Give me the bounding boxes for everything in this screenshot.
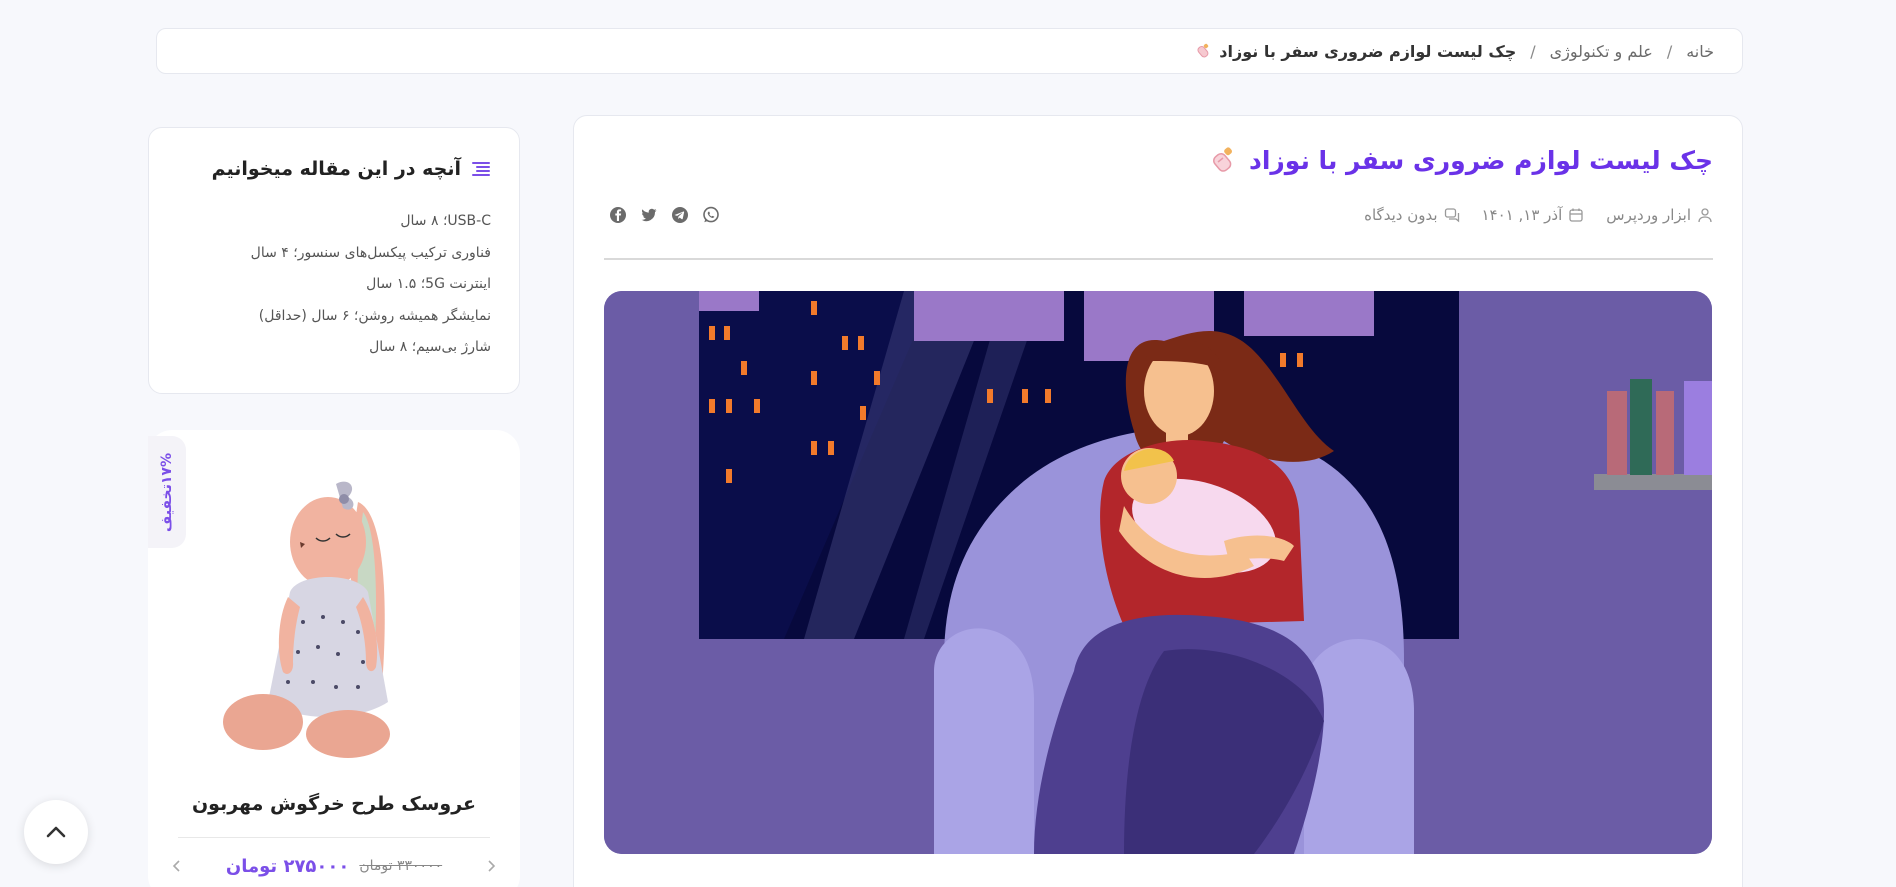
product-card[interactable]: ۱۷%تخفیف عروسک طرح خرگوش مهربون ۳۳۰۰۰۰ ت…: [148, 430, 520, 887]
post-meta: ابزار وردپرس آذر ۱۳, ۱۴۰۱ بدون دیدگاه: [1364, 204, 1713, 226]
back-to-top-button[interactable]: [24, 800, 88, 864]
facebook-icon[interactable]: [609, 206, 627, 224]
breadcrumb-separator: /: [1530, 41, 1536, 61]
breadcrumb-current-label: چک لیست لوازم ضروری سفر با نوزاد: [1219, 41, 1517, 61]
post-author[interactable]: ابزار وردپرس: [1606, 206, 1713, 224]
discount-label: ۱۷%تخفیف: [159, 452, 175, 532]
share-links: [609, 204, 720, 226]
toc-header: آنچه در این مقاله میخوانیم: [177, 158, 491, 180]
product-divider: [178, 837, 490, 838]
rabbit-doll-image: [223, 481, 390, 758]
toc-title: آنچه در این مقاله میخوانیم: [211, 158, 461, 180]
comments-icon: [1444, 208, 1459, 223]
discount-badge: ۱۷%تخفیف: [148, 436, 186, 548]
user-icon: [1698, 208, 1712, 223]
toc-item[interactable]: فناوری ترکیب پیکسل‌های سنسور؛ ۴ سال: [177, 238, 491, 270]
toc-list: USB-C؛ ۸ سال فناوری ترکیب پیکسل‌های سنسو…: [177, 206, 491, 364]
post-author-label: ابزار وردپرس: [1606, 206, 1691, 224]
post-date: آذر ۱۳, ۱۴۰۱: [1482, 206, 1585, 224]
featured-image: [604, 291, 1712, 854]
telegram-icon[interactable]: [671, 206, 689, 224]
list-icon: [472, 162, 490, 176]
post-title-text: چک لیست لوازم ضروری سفر با نوزاد: [1249, 146, 1713, 175]
article-card: چک لیست لوازم ضروری سفر با نوزاد ابزار و…: [573, 115, 1743, 887]
chevron-up-icon: [46, 826, 66, 838]
mother-holding-baby-illustration: [604, 291, 1712, 854]
product-name[interactable]: عروسک طرح خرگوش مهربون: [148, 793, 520, 815]
title-divider: [604, 258, 1713, 260]
product-price: ۳۳۰۰۰۰ تومان ۲۷۵۰۰۰ تومان: [148, 853, 520, 879]
price-old: ۳۳۰۰۰۰ تومان: [359, 858, 443, 874]
baby-bottle-icon: [1213, 146, 1232, 172]
breadcrumb-home[interactable]: خانه: [1686, 42, 1714, 61]
post-date-label: آذر ۱۳, ۱۴۰۱: [1481, 206, 1563, 224]
breadcrumb-separator: /: [1666, 41, 1673, 61]
post-comments[interactable]: بدون دیدگاه: [1364, 206, 1459, 224]
whatsapp-icon[interactable]: [702, 206, 720, 224]
price-new: ۲۷۵۰۰۰ تومان: [225, 855, 350, 877]
breadcrumb-category[interactable]: علم و تکنولوژی: [1550, 42, 1653, 61]
table-of-contents: آنچه در این مقاله میخوانیم USB-C؛ ۸ سال …: [148, 127, 520, 394]
toc-item[interactable]: شارژ بی‌سیم؛ ۸ سال: [177, 332, 491, 364]
chevron-left-icon[interactable]: [166, 855, 188, 877]
toc-item[interactable]: اینترنت 5G؛ ۱.۵ سال: [177, 269, 491, 301]
page: خانه / علم و تکنولوژی / چک لیست لوازم ضر…: [0, 0, 1896, 887]
breadcrumb-current: چک لیست لوازم ضروری سفر با نوزاد: [1195, 42, 1516, 61]
toc-item[interactable]: USB-C؛ ۸ سال: [177, 206, 491, 238]
calendar-icon: [1569, 208, 1583, 222]
post-title: چک لیست لوازم ضروری سفر با نوزاد: [1209, 146, 1713, 175]
post-comments-label: بدون دیدگاه: [1364, 206, 1438, 224]
baby-bottle-icon: [1197, 43, 1209, 58]
toc-item[interactable]: نمایشگر همیشه روشن؛ ۶ سال (حداقل): [177, 301, 491, 333]
twitter-icon[interactable]: [640, 206, 658, 224]
breadcrumb: خانه / علم و تکنولوژی / چک لیست لوازم ضر…: [156, 28, 1743, 74]
